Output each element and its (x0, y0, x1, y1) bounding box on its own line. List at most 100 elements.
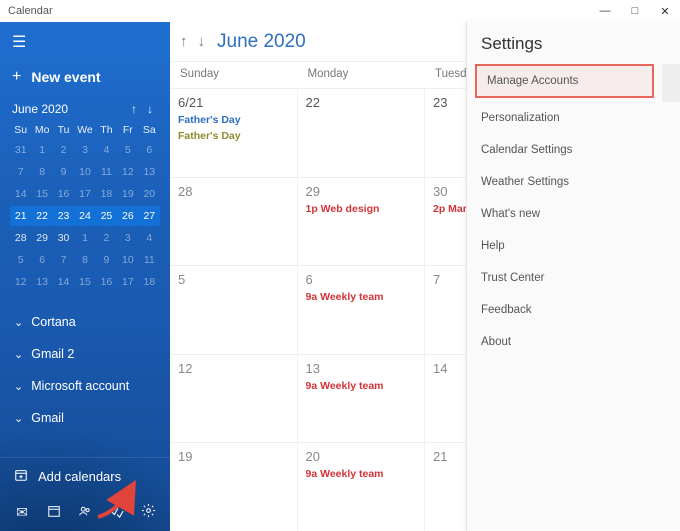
mini-day[interactable]: 19 (117, 184, 138, 204)
mini-day[interactable]: 25 (96, 206, 117, 226)
event-item[interactable]: 9a Weekly team (306, 468, 417, 480)
mini-day[interactable]: 29 (31, 228, 52, 248)
next-period-button[interactable]: ↓ (198, 33, 206, 50)
settings-item[interactable]: Calendar Settings (467, 134, 680, 166)
mini-day[interactable]: 2 (53, 140, 74, 160)
account-item[interactable]: ⌄Microsoft account (0, 370, 170, 402)
mini-day[interactable]: 15 (74, 272, 95, 292)
people-icon[interactable] (75, 504, 95, 521)
day-cell[interactable]: 291p Web design (298, 177, 426, 266)
new-event-button[interactable]: + New event (0, 62, 170, 98)
mini-day[interactable]: 4 (139, 228, 160, 248)
settings-item[interactable]: Feedback (467, 294, 680, 326)
calendar-icon[interactable] (44, 504, 64, 521)
mini-prev-button[interactable]: ↑ (126, 102, 142, 116)
mini-day[interactable]: 1 (74, 228, 95, 248)
event-item[interactable]: 1p Web design (306, 203, 417, 215)
day-cell[interactable]: 6/21Father's DayFather's Day (170, 88, 298, 177)
mini-day[interactable]: 23 (53, 206, 74, 226)
mini-day[interactable]: 15 (31, 184, 52, 204)
mini-day[interactable]: 13 (31, 272, 52, 292)
mini-day[interactable]: 24 (74, 206, 95, 226)
mini-day[interactable]: 16 (53, 184, 74, 204)
mini-day[interactable]: 13 (139, 162, 160, 182)
prev-period-button[interactable]: ↑ (180, 33, 188, 50)
mini-day[interactable]: 14 (53, 272, 74, 292)
mini-day[interactable]: 2 (96, 228, 117, 248)
settings-item[interactable]: Weather Settings (467, 166, 680, 198)
settings-item[interactable]: What's new (467, 198, 680, 230)
mini-day[interactable]: 22 (31, 206, 52, 226)
mini-day[interactable]: 8 (74, 250, 95, 270)
mini-day[interactable]: 18 (139, 272, 160, 292)
mini-day[interactable]: 11 (96, 162, 117, 182)
mini-day[interactable]: 3 (74, 140, 95, 160)
mini-day[interactable]: 9 (96, 250, 117, 270)
mini-day[interactable]: 6 (139, 140, 160, 160)
todo-icon[interactable] (107, 504, 127, 521)
day-cell[interactable]: 139a Weekly team (298, 354, 426, 443)
account-item[interactable]: ⌄Gmail 2 (0, 338, 170, 370)
mini-day[interactable]: 20 (139, 184, 160, 204)
mini-day[interactable]: 7 (53, 250, 74, 270)
mini-day[interactable]: 17 (74, 184, 95, 204)
close-button[interactable]: ✕ (650, 5, 680, 18)
mini-day[interactable]: 30 (53, 228, 74, 248)
settings-item-stub (662, 64, 680, 102)
mini-day[interactable]: 7 (10, 162, 31, 182)
mini-day[interactable]: 21 (10, 206, 31, 226)
mini-day[interactable]: 17 (117, 272, 138, 292)
mini-month-label[interactable]: June 2020 (12, 102, 126, 116)
mini-day[interactable]: 6 (31, 250, 52, 270)
mini-dow: Tu (53, 122, 74, 140)
settings-item[interactable]: About (467, 326, 680, 358)
settings-item-manage-accounts[interactable]: Manage Accounts (475, 64, 654, 98)
day-cell[interactable]: 12 (170, 354, 298, 443)
account-label: Microsoft account (31, 379, 129, 393)
day-cell[interactable]: 209a Weekly team (298, 442, 426, 531)
mini-day[interactable]: 8 (31, 162, 52, 182)
account-item[interactable]: ⌄Cortana (0, 306, 170, 338)
minimize-button[interactable]: — (590, 5, 620, 17)
mini-day[interactable]: 16 (96, 272, 117, 292)
settings-item[interactable]: Trust Center (467, 262, 680, 294)
mini-day[interactable]: 14 (10, 184, 31, 204)
settings-gear-icon[interactable] (138, 503, 158, 521)
mini-day[interactable]: 10 (74, 162, 95, 182)
day-cell[interactable]: 22 (298, 88, 426, 177)
weekday-label: Sunday (170, 68, 298, 80)
mini-day[interactable]: 12 (10, 272, 31, 292)
mini-day[interactable]: 9 (53, 162, 74, 182)
mini-day[interactable]: 3 (117, 228, 138, 248)
mini-day[interactable]: 4 (96, 140, 117, 160)
mini-day[interactable]: 18 (96, 184, 117, 204)
settings-item[interactable]: Personalization (467, 102, 680, 134)
mini-next-button[interactable]: ↓ (142, 102, 158, 116)
mail-icon[interactable]: ✉ (12, 504, 32, 521)
mini-day[interactable]: 5 (117, 140, 138, 160)
mini-dow: Mo (31, 122, 52, 140)
mini-day[interactable]: 28 (10, 228, 31, 248)
event-item[interactable]: Father's Day (178, 114, 289, 126)
day-cell[interactable]: 19 (170, 442, 298, 531)
hamburger-button[interactable]: ☰ (0, 22, 170, 62)
mini-day[interactable]: 31 (10, 140, 31, 160)
event-item[interactable]: 9a Weekly team (306, 291, 417, 303)
mini-day[interactable]: 10 (117, 250, 138, 270)
mini-day[interactable]: 1 (31, 140, 52, 160)
maximize-button[interactable]: □ (620, 5, 650, 17)
mini-day[interactable]: 26 (117, 206, 138, 226)
mini-day[interactable]: 5 (10, 250, 31, 270)
event-item[interactable]: Father's Day (178, 130, 289, 142)
day-cell[interactable]: 28 (170, 177, 298, 266)
day-cell[interactable]: 69a Weekly team (298, 265, 426, 354)
mini-day[interactable]: 12 (117, 162, 138, 182)
add-calendars-button[interactable]: Add calendars (0, 457, 170, 495)
settings-item[interactable]: Help (467, 230, 680, 262)
bottom-icon-bar: ✉ (0, 495, 170, 531)
mini-day[interactable]: 27 (139, 206, 160, 226)
account-item[interactable]: ⌄Gmail (0, 402, 170, 434)
day-cell[interactable]: 5 (170, 265, 298, 354)
event-item[interactable]: 9a Weekly team (306, 380, 417, 392)
mini-day[interactable]: 11 (139, 250, 160, 270)
